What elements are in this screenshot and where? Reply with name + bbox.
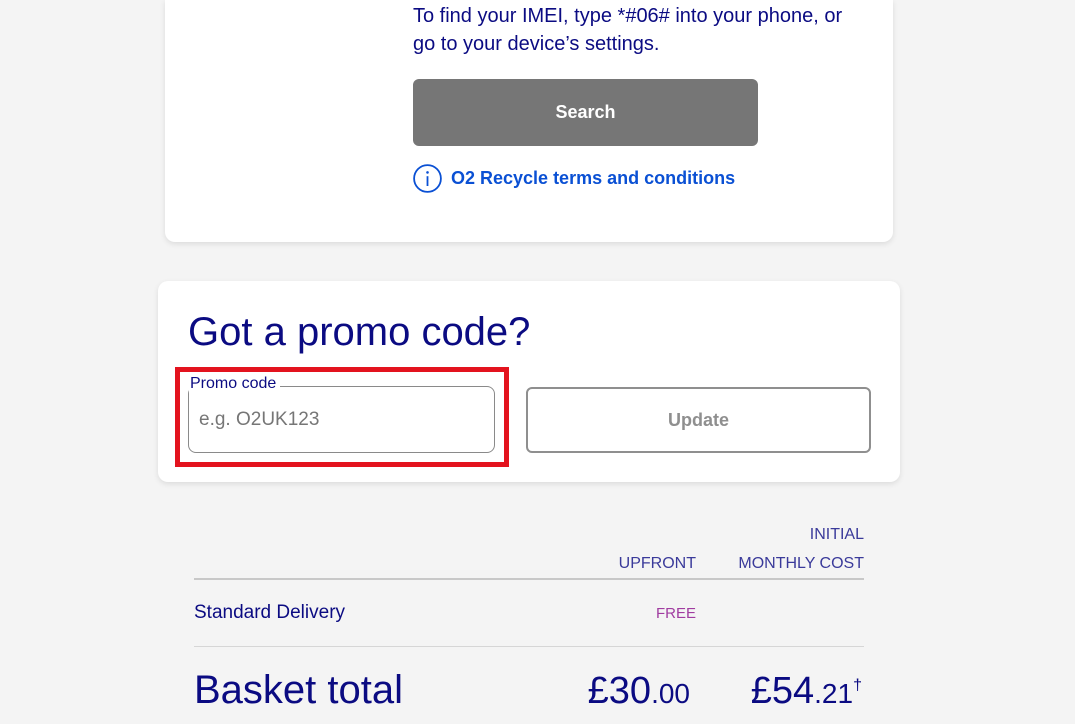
promo-code-input[interactable] bbox=[189, 387, 494, 452]
total-monthly-minor: .21 bbox=[814, 678, 854, 709]
basket-total-row: Basket total £30.00 £54.21† bbox=[194, 647, 864, 724]
total-upfront-amount: £30.00 bbox=[546, 666, 696, 724]
delivery-row: Standard Delivery FREE bbox=[194, 580, 864, 647]
basket-summary: UPFRONT INITIAL MONTHLY COST Standard De… bbox=[194, 520, 864, 724]
recycle-terms-label: O2 Recycle terms and conditions bbox=[451, 168, 736, 188]
delivery-upfront-price: FREE bbox=[655, 604, 696, 622]
total-monthly-footnote-mark: † bbox=[853, 677, 862, 694]
info-icon bbox=[413, 164, 442, 193]
column-monthly: INITIAL MONTHLY COST bbox=[696, 520, 864, 578]
imei-help-text: To find your IMEI, type *#06# into your … bbox=[413, 5, 843, 55]
basket-total-label: Basket total bbox=[194, 668, 404, 712]
total-monthly-amount: £54.21† bbox=[696, 666, 864, 724]
total-upfront-minor: .00 bbox=[651, 678, 690, 709]
update-button[interactable]: Update bbox=[526, 387, 871, 453]
column-monthly-line2: MONTHLY COST bbox=[738, 555, 864, 572]
total-upfront-major: £30 bbox=[587, 670, 652, 712]
search-button[interactable]: Search bbox=[413, 79, 758, 146]
column-upfront: UPFRONT bbox=[618, 555, 696, 572]
promo-code-label: Promo code bbox=[189, 374, 281, 394]
delivery-label: Standard Delivery bbox=[194, 602, 346, 623]
promo-code-field: Promo code bbox=[188, 374, 495, 453]
promo-code-card: Got a promo code? Promo code Update bbox=[158, 281, 900, 482]
summary-header-spacer bbox=[194, 520, 546, 578]
total-monthly-major: £54 bbox=[750, 670, 815, 712]
recycle-terms-link[interactable]: O2 Recycle terms and conditions bbox=[413, 164, 735, 193]
column-monthly-line1: INITIAL bbox=[809, 526, 864, 543]
summary-header: UPFRONT INITIAL MONTHLY COST bbox=[194, 520, 864, 580]
promo-heading: Got a promo code? bbox=[188, 310, 531, 354]
imei-lookup-card: To find your IMEI, type *#06# into your … bbox=[165, 0, 893, 242]
